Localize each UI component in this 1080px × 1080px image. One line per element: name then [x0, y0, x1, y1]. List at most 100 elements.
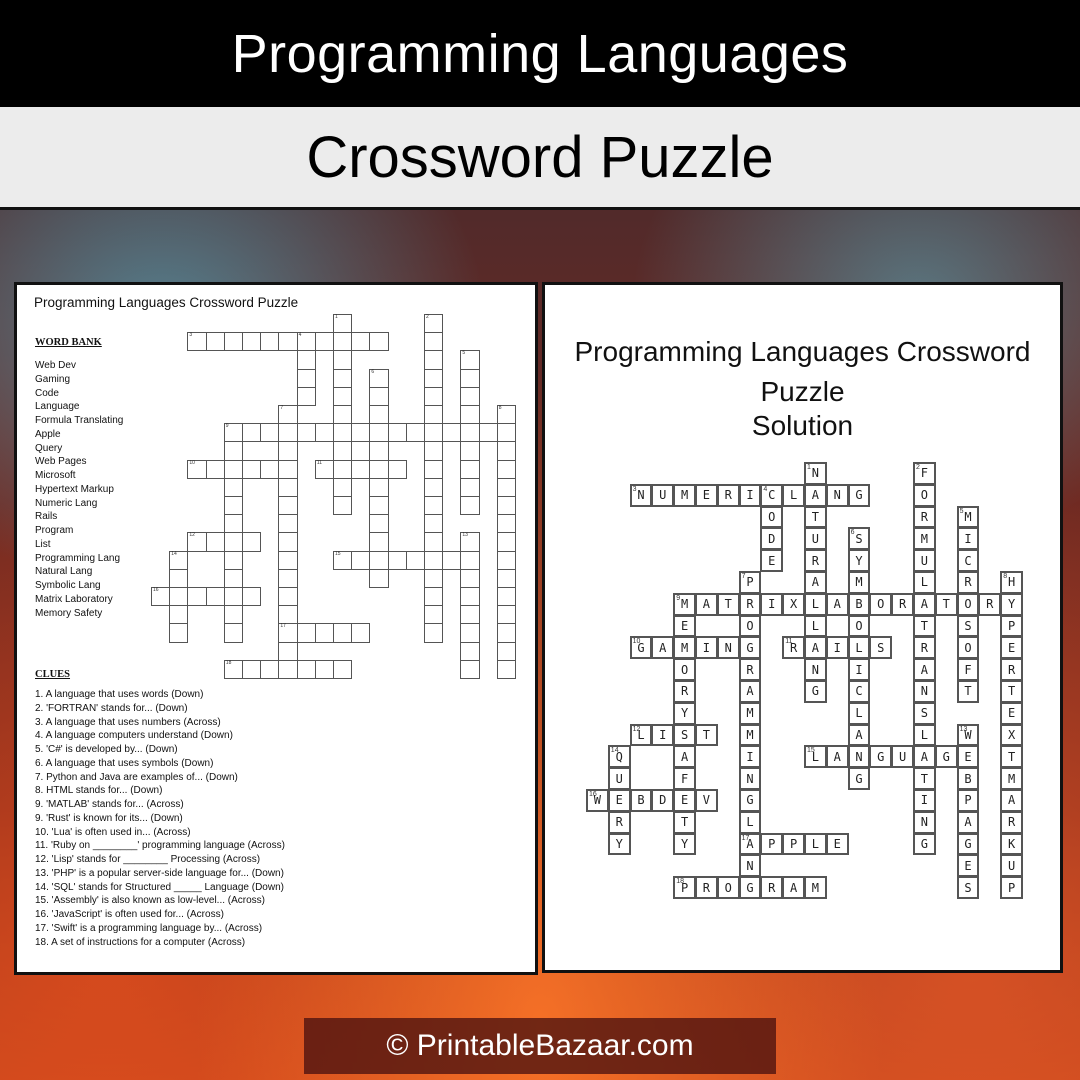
puzzle-cell[interactable]	[278, 496, 298, 516]
puzzle-cell[interactable]: 5	[460, 350, 480, 370]
puzzle-cell[interactable]	[333, 459, 353, 479]
puzzle-cell[interactable]	[369, 423, 389, 443]
puzzle-cell[interactable]	[387, 459, 407, 479]
puzzle-cell[interactable]	[333, 423, 353, 443]
puzzle-cell[interactable]	[296, 386, 316, 406]
puzzle-cell[interactable]	[351, 550, 371, 570]
puzzle-cell[interactable]	[424, 350, 444, 370]
puzzle-cell[interactable]: 16	[151, 587, 171, 607]
puzzle-cell[interactable]: 13	[460, 532, 480, 552]
puzzle-cell[interactable]	[278, 641, 298, 661]
puzzle-cell[interactable]	[496, 477, 516, 497]
puzzle-cell[interactable]	[496, 459, 516, 479]
puzzle-cell[interactable]	[278, 532, 298, 552]
puzzle-cell[interactable]	[278, 605, 298, 625]
puzzle-cell[interactable]: 6	[369, 368, 389, 388]
puzzle-cell[interactable]	[223, 477, 243, 497]
puzzle-cell[interactable]	[424, 532, 444, 552]
puzzle-cell[interactable]	[424, 441, 444, 461]
puzzle-cell[interactable]	[223, 496, 243, 516]
puzzle-cell[interactable]	[223, 623, 243, 643]
puzzle-cell[interactable]	[333, 441, 353, 461]
puzzle-cell[interactable]	[169, 568, 189, 588]
puzzle-cell[interactable]	[296, 623, 316, 643]
puzzle-cell[interactable]	[424, 459, 444, 479]
puzzle-cell[interactable]	[460, 550, 480, 570]
puzzle-cell[interactable]	[223, 605, 243, 625]
puzzle-cell[interactable]	[333, 659, 353, 679]
puzzle-cell[interactable]	[223, 532, 243, 552]
puzzle-cell[interactable]	[460, 405, 480, 425]
puzzle-cell[interactable]	[205, 587, 225, 607]
puzzle-cell[interactable]	[278, 441, 298, 461]
puzzle-cell[interactable]	[242, 587, 262, 607]
puzzle-cell[interactable]	[496, 532, 516, 552]
puzzle-cell[interactable]	[242, 532, 262, 552]
puzzle-cell[interactable]	[369, 332, 389, 352]
puzzle-cell[interactable]	[187, 587, 207, 607]
puzzle-cell[interactable]	[424, 332, 444, 352]
puzzle-cell[interactable]	[496, 623, 516, 643]
puzzle-cell[interactable]	[333, 477, 353, 497]
puzzle-cell[interactable]	[369, 441, 389, 461]
puzzle-cell[interactable]	[424, 550, 444, 570]
puzzle-cell[interactable]	[369, 514, 389, 534]
puzzle-cell[interactable]	[223, 459, 243, 479]
puzzle-cell[interactable]	[496, 550, 516, 570]
puzzle-cell[interactable]	[442, 423, 462, 443]
puzzle-cell[interactable]	[460, 496, 480, 516]
puzzle-cell[interactable]: 9	[223, 423, 243, 443]
puzzle-cell[interactable]	[278, 550, 298, 570]
puzzle-cell[interactable]	[333, 386, 353, 406]
puzzle-cell[interactable]: 12	[187, 532, 207, 552]
puzzle-cell[interactable]	[442, 550, 462, 570]
puzzle-cell[interactable]	[496, 605, 516, 625]
puzzle-cell[interactable]: 8	[496, 405, 516, 425]
puzzle-cell[interactable]	[351, 623, 371, 643]
puzzle-cell[interactable]	[205, 532, 225, 552]
puzzle-cell[interactable]	[460, 423, 480, 443]
puzzle-cell[interactable]: 14	[169, 550, 189, 570]
puzzle-cell[interactable]	[460, 477, 480, 497]
puzzle-cell[interactable]	[351, 423, 371, 443]
puzzle-cell[interactable]	[460, 587, 480, 607]
puzzle-cell[interactable]	[260, 423, 280, 443]
puzzle-cell[interactable]	[460, 641, 480, 661]
puzzle-cell[interactable]	[278, 659, 298, 679]
puzzle-cell[interactable]	[260, 659, 280, 679]
puzzle-cell[interactable]	[333, 623, 353, 643]
puzzle-cell[interactable]: 1	[333, 314, 353, 334]
puzzle-cell[interactable]	[314, 623, 334, 643]
puzzle-cell[interactable]: 18	[223, 659, 243, 679]
puzzle-cell[interactable]	[387, 550, 407, 570]
puzzle-cell[interactable]	[223, 587, 243, 607]
puzzle-cell[interactable]	[314, 659, 334, 679]
puzzle-cell[interactable]	[460, 605, 480, 625]
puzzle-cell[interactable]	[169, 623, 189, 643]
puzzle-cell[interactable]: 2	[424, 314, 444, 334]
puzzle-cell[interactable]	[460, 368, 480, 388]
puzzle-cell[interactable]	[278, 514, 298, 534]
puzzle-cell[interactable]	[369, 532, 389, 552]
puzzle-cell[interactable]	[424, 405, 444, 425]
puzzle-cell[interactable]	[478, 423, 498, 443]
puzzle-cell[interactable]	[333, 368, 353, 388]
puzzle-cell[interactable]	[242, 423, 262, 443]
puzzle-cell[interactable]	[314, 332, 334, 352]
puzzle-cell[interactable]	[278, 459, 298, 479]
puzzle-cell[interactable]	[460, 659, 480, 679]
puzzle-cell[interactable]	[351, 459, 371, 479]
puzzle-cell[interactable]	[278, 423, 298, 443]
puzzle-cell[interactable]	[205, 332, 225, 352]
puzzle-cell[interactable]	[278, 587, 298, 607]
puzzle-cell[interactable]	[369, 386, 389, 406]
puzzle-cell[interactable]	[460, 459, 480, 479]
puzzle-cell[interactable]	[223, 568, 243, 588]
puzzle-cell[interactable]	[424, 568, 444, 588]
puzzle-cell[interactable]	[169, 587, 189, 607]
puzzle-cell[interactable]	[424, 423, 444, 443]
puzzle-cell[interactable]	[242, 659, 262, 679]
puzzle-cell[interactable]	[496, 659, 516, 679]
puzzle-cell[interactable]	[405, 550, 425, 570]
puzzle-cell[interactable]	[424, 386, 444, 406]
